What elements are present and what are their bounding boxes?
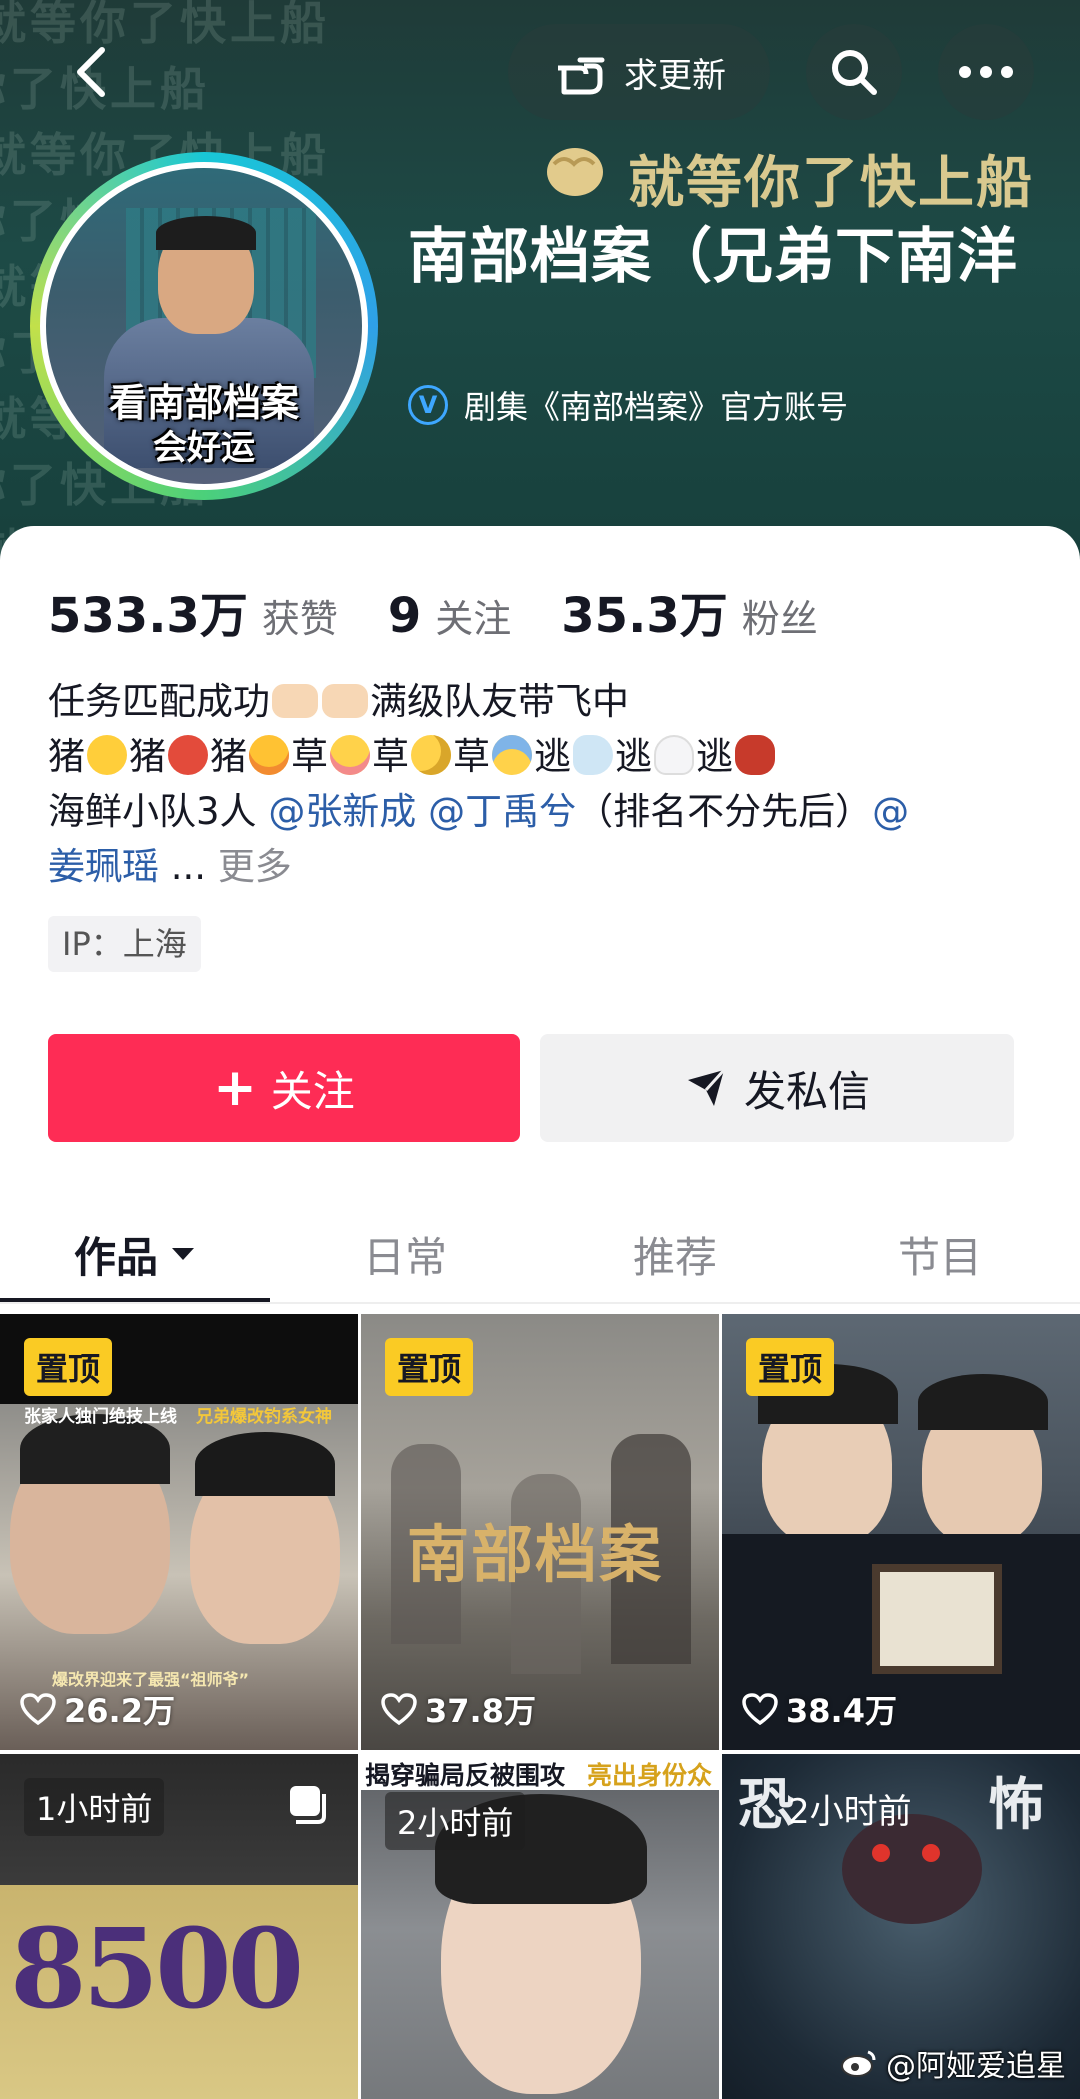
- ghost-icon: [654, 735, 694, 775]
- video-thumbnail[interactable]: 张家人独门绝技上线 兄弟爆改钓系女神 爆改界迎来了最强“祖师爷” 置顶 26.2…: [0, 1314, 358, 1750]
- request-update-label: 求更新: [624, 55, 726, 96]
- follow-button[interactable]: + 关注: [48, 1034, 520, 1142]
- bio-line-1: 任务匹配成功 满级队友带飞中: [48, 680, 629, 723]
- avatar[interactable]: 看南部档案 会好运: [30, 152, 378, 500]
- video-likes: 26.2万: [20, 1686, 175, 1732]
- mention-link[interactable]: @丁禹兮: [428, 790, 576, 833]
- follow-label: 关注: [270, 1066, 355, 1116]
- video-thumbnail[interactable]: 揭穿骗局反被围攻 亮出身份众 2小时前: [361, 1754, 719, 2099]
- plus-icon: +: [213, 1058, 257, 1118]
- avatar-image: 看南部档案 会好运: [40, 162, 368, 490]
- flushed-face-icon: [330, 735, 370, 775]
- banner-slogan: 就等你了快上船: [628, 150, 1034, 216]
- send-icon: [687, 1068, 726, 1106]
- message-button[interactable]: 发私信: [540, 1034, 1014, 1142]
- video-likes: 38.4万: [742, 1686, 897, 1732]
- following-count[interactable]: 9: [388, 588, 421, 644]
- heart-icon: [381, 1693, 417, 1725]
- video-title-art: 8500: [10, 1904, 304, 2033]
- chevron-left-icon: [77, 47, 105, 97]
- pointing-hand-icon: [558, 57, 605, 95]
- tab-recommended[interactable]: 推荐: [540, 1206, 810, 1302]
- followers-count[interactable]: 35.3万: [561, 576, 727, 646]
- back-button[interactable]: [44, 24, 140, 120]
- fist-icon: [547, 148, 603, 196]
- following-label: 关注: [435, 597, 512, 641]
- multiple-images-icon: [290, 1786, 326, 1824]
- ogre-icon: [735, 735, 775, 775]
- monocle-face-icon: [411, 735, 451, 775]
- verification-text: 剧集《南部档案》官方账号: [464, 388, 849, 426]
- profile-card: 533.3万 获赞 9 关注 35.3万 粉丝 任务匹配成功 满级队友带飞中 猪猪…: [0, 526, 1080, 2099]
- angry-face-icon: [168, 735, 208, 775]
- verified-icon: V: [408, 385, 448, 425]
- avatar-caption-line2: 会好运: [153, 428, 255, 468]
- mention-link[interactable]: 姜珮瑶: [48, 845, 159, 888]
- video-caption: 揭穿骗局反被围攻: [365, 1761, 566, 1790]
- request-update-button[interactable]: 求更新: [508, 24, 770, 120]
- posted-time-badge: 2小时前: [385, 1792, 526, 1850]
- followers-label: 粉丝: [741, 597, 818, 641]
- weibo-icon: [841, 2050, 876, 2077]
- pinned-badge: 置顶: [746, 1338, 835, 1396]
- watermark: @阿娅爱追星: [840, 2041, 1066, 2085]
- avatar-caption-line1: 看南部档案: [108, 381, 299, 425]
- posted-time-badge: 1小时前: [24, 1778, 165, 1836]
- video-caption: 兄弟爆改钓系女神: [196, 1407, 332, 1427]
- message-label: 发私信: [743, 1066, 870, 1116]
- heart-icon: [742, 1693, 778, 1725]
- content-tabs: 作品 日常 推荐 节目: [0, 1206, 1080, 1304]
- verification-row: V 剧集《南部档案》官方账号: [408, 382, 848, 428]
- video-thumbnail[interactable]: 南部档案 置顶 37.8万: [361, 1314, 719, 1750]
- caret-down-icon: [172, 1248, 194, 1260]
- profile-name: 南部档案（兄弟下南洋: [408, 222, 1018, 292]
- likes-count[interactable]: 533.3万: [48, 576, 248, 646]
- ip-location-tag: IP：上海: [48, 916, 201, 972]
- search-button[interactable]: [806, 24, 902, 120]
- video-caption: 亮出身份众: [587, 1761, 713, 1790]
- heart-icon: [20, 1693, 56, 1725]
- tab-works[interactable]: 作品: [0, 1206, 270, 1302]
- pinned-badge: 置顶: [24, 1338, 113, 1396]
- profile-stats: 533.3万 获赞 9 关注 35.3万 粉丝: [48, 576, 868, 646]
- dash-icon: [573, 735, 613, 775]
- video-thumbnail[interactable]: 置顶 38.4万: [722, 1314, 1080, 1750]
- exploding-head-icon: [249, 735, 289, 775]
- mention-link[interactable]: @张新成: [268, 790, 416, 833]
- pinned-badge: 置顶: [385, 1338, 474, 1396]
- tabs-divider: [0, 1302, 1080, 1304]
- video-thumbnail[interactable]: 8500 1小时前: [0, 1754, 358, 2099]
- posted-time-badge: 2小时前: [788, 1792, 912, 1832]
- profile-banner: 就等你了快上船就等你了快上船 就等你了快上船就等你了快上船 就等你了快上船就等你…: [0, 0, 1080, 560]
- bio-line-2: 猪猪猪草草草逃逃逃: [48, 729, 1038, 784]
- tab-programs[interactable]: 节目: [810, 1206, 1070, 1302]
- video-title-art: 怖: [988, 1772, 1044, 1838]
- steam-face-icon: [87, 735, 127, 775]
- video-title-art: 南部档案: [407, 1518, 664, 1591]
- bio-line-4: 姜珮瑶 ... 更多: [48, 845, 292, 888]
- tab-daily[interactable]: 日常: [270, 1206, 540, 1302]
- profile-bio: 任务匹配成功 满级队友带飞中 猪猪猪草草草逃逃逃 海鲜小队3人 @张新成 @丁禹兮…: [48, 674, 1038, 894]
- screaming-face-icon: [492, 735, 532, 775]
- mention-link[interactable]: @: [872, 790, 909, 833]
- likes-label: 获赞: [261, 597, 338, 641]
- bio-more-link[interactable]: 更多: [218, 845, 292, 888]
- handshake-right-icon: [322, 684, 368, 718]
- more-options-button[interactable]: [938, 24, 1034, 120]
- more-dots-icon: [959, 66, 1013, 78]
- video-likes: 37.8万: [381, 1686, 536, 1732]
- video-caption: 张家人独门绝技上线: [24, 1407, 177, 1427]
- handshake-left-icon: [272, 684, 318, 718]
- bio-line-3: 海鲜小队3人 @张新成 @丁禹兮（排名不分先后）@: [48, 790, 910, 833]
- search-icon: [832, 50, 877, 95]
